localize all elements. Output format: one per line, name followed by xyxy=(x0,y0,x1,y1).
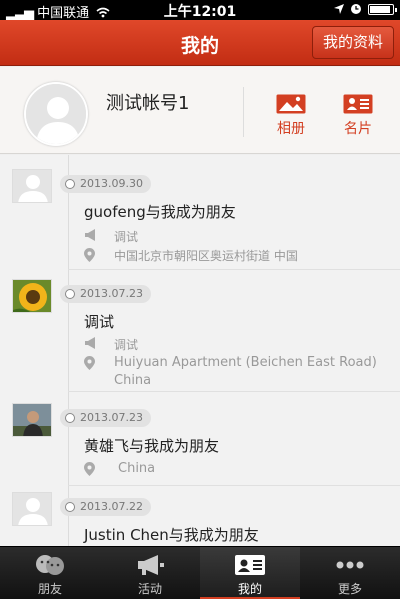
battery-icon xyxy=(368,3,397,15)
avatar[interactable] xyxy=(24,82,88,146)
more-icon xyxy=(336,561,364,569)
divider xyxy=(243,87,244,137)
tab-label: 朋友 xyxy=(37,582,62,596)
tab-label: 活动 xyxy=(137,582,162,596)
album-label: 相册 xyxy=(277,121,305,137)
tab-more[interactable]: 更多 xyxy=(300,547,400,599)
timeline-entry[interactable]: 2013.07.22 Justin Chen与我成为朋友 xyxy=(0,492,400,546)
status-bar: ▂▃▅ 中国联通 上午12:01 xyxy=(0,0,400,21)
default-avatar-icon xyxy=(26,84,86,144)
megaphone-icon xyxy=(85,337,95,349)
id-card-icon xyxy=(343,94,373,114)
entry-date: 2013.09.30 xyxy=(60,175,151,193)
entry-text: 调试 xyxy=(84,313,115,331)
username: 测试帐号1 xyxy=(106,93,190,114)
nav-bar: 我的 我的资料 xyxy=(0,20,400,66)
my-profile-button[interactable]: 我的资料 xyxy=(311,26,394,59)
album-button[interactable]: 相册 xyxy=(266,94,316,138)
card-label: 名片 xyxy=(344,121,372,137)
entry-date: 2013.07.23 xyxy=(60,285,151,303)
megaphone-icon xyxy=(85,229,95,241)
tab-friends[interactable]: 朋友 xyxy=(0,547,100,599)
entry-date: 2013.07.23 xyxy=(60,409,151,427)
divider xyxy=(68,269,400,270)
card-button[interactable]: 名片 xyxy=(333,94,383,138)
entry-date: 2013.07.22 xyxy=(60,498,151,516)
entry-avatar[interactable] xyxy=(12,279,52,313)
timeline-entry[interactable]: 2013.07.23 黄雄飞与我成为朋友 China xyxy=(0,403,400,489)
profile-header: 测试帐号1 相册 名片 xyxy=(0,67,400,154)
alarm-icon xyxy=(351,4,361,14)
friends-icon xyxy=(36,555,64,575)
tab-label: 更多 xyxy=(337,582,362,596)
divider xyxy=(68,391,400,392)
tab-mine[interactable]: 我的 xyxy=(200,547,300,599)
entry-text: guofeng与我成为朋友 xyxy=(84,203,236,221)
person-photo xyxy=(13,404,51,436)
entry-avatar[interactable] xyxy=(12,492,52,526)
default-avatar-icon xyxy=(13,170,51,202)
divider xyxy=(68,485,400,486)
location-pin-icon xyxy=(84,356,95,370)
timeline-entry[interactable]: 2013.07.23 调试 调试 Huiyuan Apartment (Beic… xyxy=(0,279,400,392)
tab-bar: 朋友 活动 我的 更多 xyxy=(0,546,400,599)
timeline-entry[interactable]: 2013.09.30 guofeng与我成为朋友 调试 中国北京市朝阳区奥运村街… xyxy=(0,169,400,274)
entry-avatar[interactable] xyxy=(12,403,52,437)
profile-card-icon xyxy=(235,555,265,575)
tab-activity[interactable]: 活动 xyxy=(100,547,200,599)
entry-text: 黄雄飞与我成为朋友 xyxy=(84,437,220,455)
megaphone-icon xyxy=(138,555,164,575)
entry-avatar[interactable] xyxy=(12,169,52,203)
sunflower-photo xyxy=(13,280,51,312)
photo-icon xyxy=(276,94,306,114)
location-pin-icon xyxy=(84,462,95,476)
default-avatar-icon xyxy=(13,493,51,525)
location-pin-icon xyxy=(84,248,95,262)
activity-timeline[interactable]: 2013.09.30 guofeng与我成为朋友 调试 中国北京市朝阳区奥运村街… xyxy=(0,155,400,546)
location-arrow-icon xyxy=(334,4,344,14)
entry-text: Justin Chen与我成为朋友 xyxy=(84,526,259,544)
tab-label: 我的 xyxy=(237,582,262,596)
